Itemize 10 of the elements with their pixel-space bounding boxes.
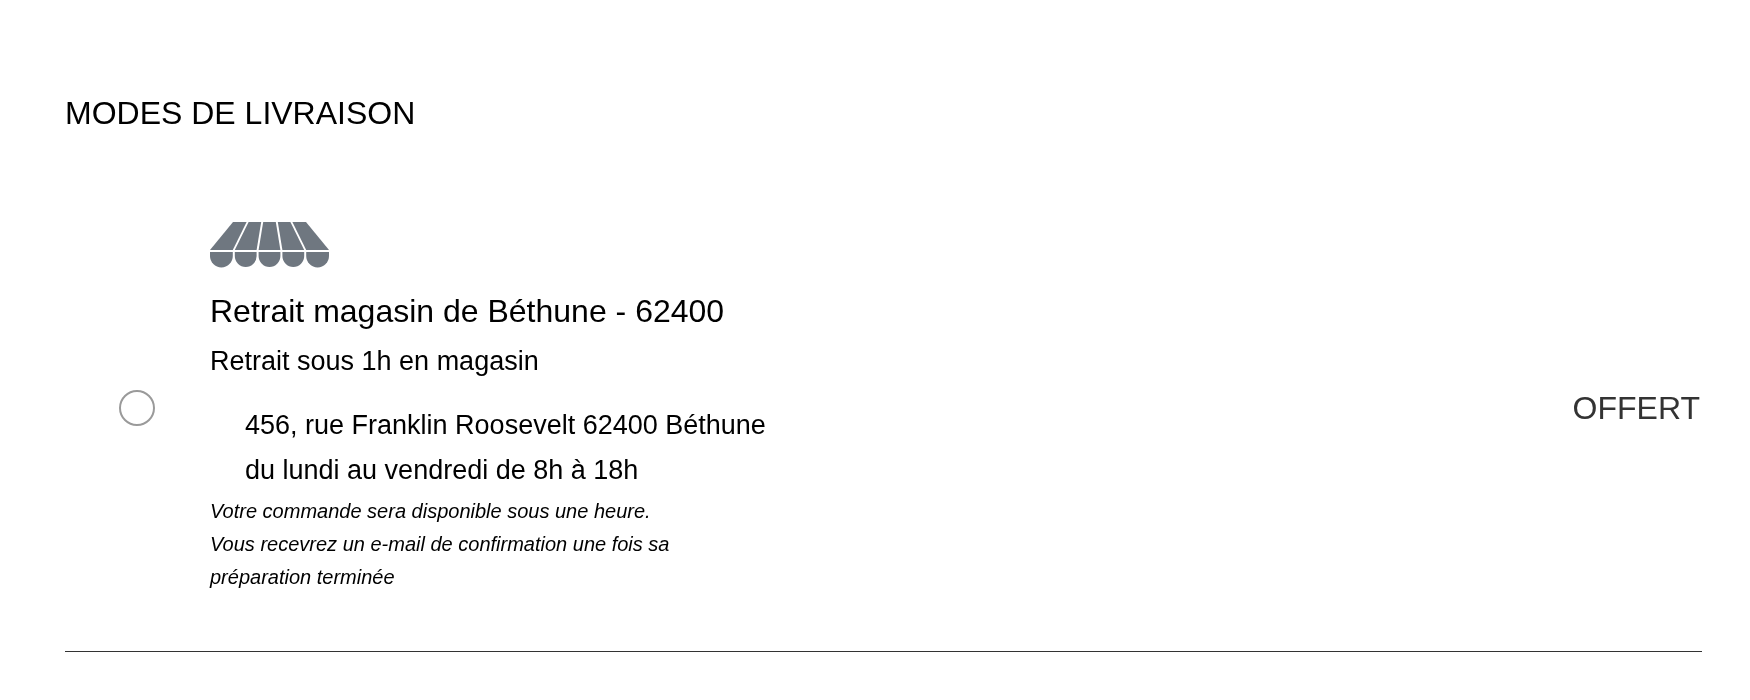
note-text: Votre commande sera disponible sous une heure.: [210, 499, 652, 524]
option-subtitle: Retrait sous 1h en magasin: [210, 346, 540, 377]
price-label: OFFERT: [1572, 389, 1700, 427]
radio-button[interactable]: [119, 390, 155, 426]
option-title: Retrait magasin de Béthune - 62400: [210, 293, 726, 330]
section-title: MODES DE LIVRAISON: [65, 95, 417, 132]
store-info-line: 456, rue Franklin Roosevelt 62400 Béthune: [245, 409, 766, 442]
awning-icon: [210, 222, 329, 268]
store-info-line: du lundi au vendredi de 8h à 18h: [245, 454, 640, 487]
note-text: Vous recevrez un e-mail de confirmation une fois sa préparation terminée: [210, 532, 671, 590]
